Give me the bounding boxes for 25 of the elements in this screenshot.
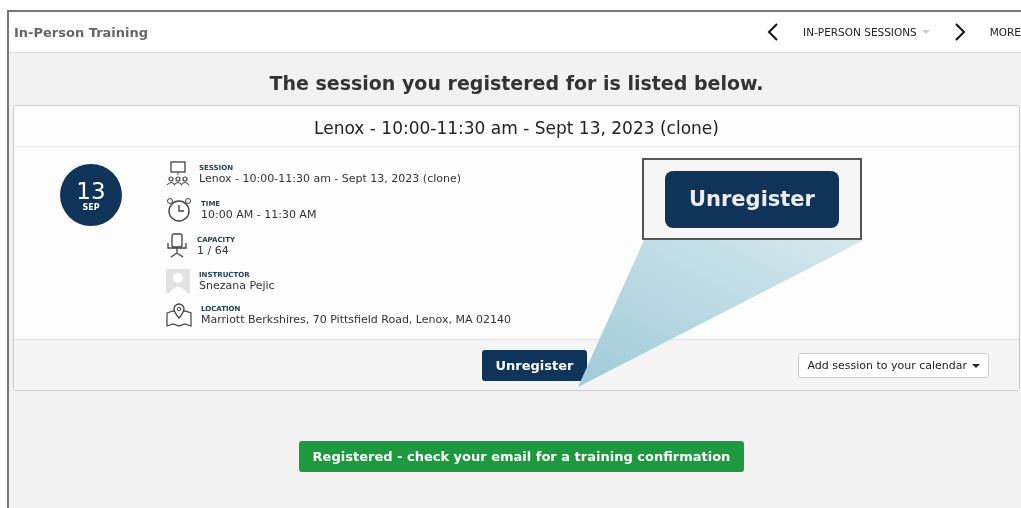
page-title: In-Person Training [14,24,149,40]
chevron-left-icon[interactable] [767,22,780,42]
detail-value: 10:00 AM - 11:30 AM [201,207,317,221]
unregister-button[interactable]: Unregister [481,349,588,381]
detail-value: 1 / 64 [197,243,230,257]
date-month: SEP [82,202,100,212]
office-chair-icon [166,233,188,259]
page-heading: The session you registered for is listed below. [268,71,765,96]
status-banner: Registered - check your email for a training confirmation [298,441,745,472]
caret-icon [972,363,980,368]
date-day: 13 [76,178,106,203]
map-pin-icon [166,303,192,327]
classroom-icon [166,161,190,187]
chevron-right-icon[interactable] [953,22,966,42]
alarm-clock-icon [166,197,192,223]
sessions-dropdown[interactable]: IN-PERSON SESSIONS [803,26,930,38]
detail-value: Marriott Berkshires, 70 Pittsfield Road, Lenox, MA 02140 [201,312,511,326]
unregister-button[interactable]: Unregister [665,170,839,228]
card-title: Lenox - 10:00-11:30 am - Sept 13, 2023 (clone) [14,106,1019,147]
avatar-icon [166,269,190,293]
add-to-calendar-button[interactable]: Add session to your calendar [798,353,989,378]
caret-icon [921,30,930,34]
detail-value: Lenox - 10:00-11:30 am - Sept 13, 2023 (clone) [199,171,461,185]
more-menu[interactable]: MORE [989,26,1021,38]
detail-value: Snezana Pejic [199,278,275,292]
